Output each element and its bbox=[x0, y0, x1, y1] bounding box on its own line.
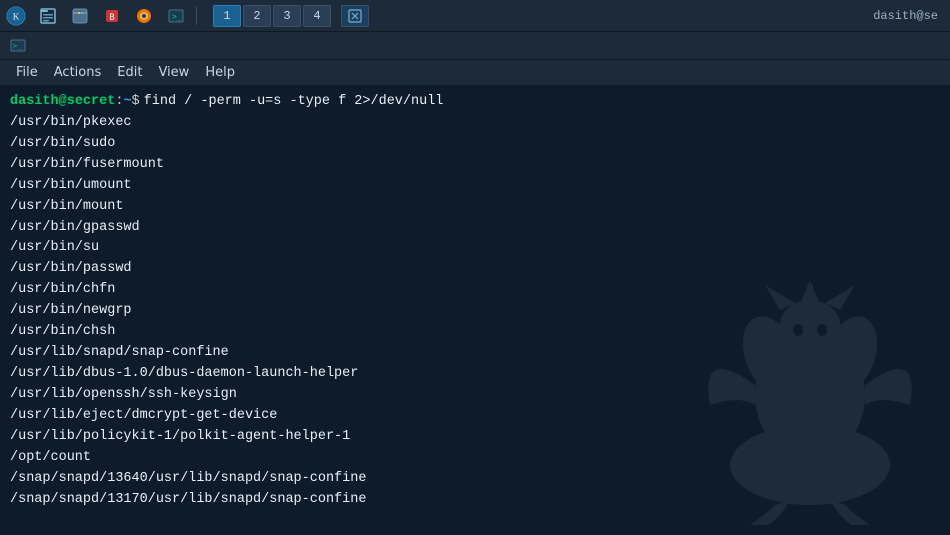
kali-logo[interactable]: K bbox=[4, 4, 28, 28]
prompt-host: secret bbox=[67, 92, 116, 113]
files-app-button[interactable] bbox=[34, 3, 62, 29]
output-line-7: /usr/bin/su bbox=[10, 238, 940, 259]
output-line-18: /snap/snapd/13640/usr/lib/snapd/snap-con… bbox=[10, 469, 940, 490]
prompt-path: ~ bbox=[123, 92, 131, 113]
prompt-user: dasith bbox=[10, 92, 59, 113]
output-line-12: /usr/lib/snapd/snap-confine bbox=[10, 343, 940, 364]
tab-special[interactable] bbox=[341, 5, 369, 27]
taskbar-divider-1 bbox=[196, 7, 197, 25]
output-line-11: /usr/bin/chsh bbox=[10, 322, 940, 343]
menu-edit[interactable]: Edit bbox=[109, 63, 150, 82]
menu-help[interactable]: Help bbox=[197, 63, 243, 82]
menu-actions[interactable]: Actions bbox=[46, 63, 110, 82]
output-line-6: /usr/bin/gpasswd bbox=[10, 218, 940, 239]
output-line-4: /usr/bin/umount bbox=[10, 176, 940, 197]
menu-file[interactable]: File bbox=[8, 63, 46, 82]
terminal-titlebar: >_ bbox=[0, 32, 950, 60]
output-line-1: /usr/bin/pkexec bbox=[10, 113, 940, 134]
taskbar-apps: B >_ bbox=[34, 3, 190, 29]
prompt-colon: : bbox=[115, 92, 123, 113]
output-line-3: /usr/bin/fusermount bbox=[10, 155, 940, 176]
output-line-2: /usr/bin/sudo bbox=[10, 134, 940, 155]
tab-4[interactable]: 4 bbox=[303, 5, 331, 27]
red-app-button[interactable]: B bbox=[98, 3, 126, 29]
terminal-content-area[interactable]: dasith@secret:~$ find / -perm -u=s -type… bbox=[0, 86, 950, 535]
output-line-16: /usr/lib/policykit-1/polkit-agent-helper… bbox=[10, 427, 940, 448]
terminal-menubar: File Actions Edit View Help bbox=[0, 60, 950, 86]
output-line-5: /usr/bin/mount bbox=[10, 197, 940, 218]
svg-text:>_: >_ bbox=[13, 42, 22, 50]
terminal-window: >_ File Actions Edit View Help dasith@se… bbox=[0, 32, 950, 535]
prompt-at: @ bbox=[59, 92, 67, 113]
tab-3[interactable]: 3 bbox=[273, 5, 301, 27]
svg-text:>_: >_ bbox=[172, 12, 182, 21]
taskbar-username: dasith@se bbox=[873, 9, 946, 23]
firefox-app-button[interactable] bbox=[130, 3, 158, 29]
menu-view[interactable]: View bbox=[150, 63, 197, 82]
prompt-line: dasith@secret:~$ find / -perm -u=s -type… bbox=[10, 92, 940, 113]
output-line-15: /usr/lib/eject/dmcrypt-get-device bbox=[10, 406, 940, 427]
output-line-8: /usr/bin/passwd bbox=[10, 259, 940, 280]
output-line-9: /usr/bin/chfn bbox=[10, 280, 940, 301]
tab-2[interactable]: 2 bbox=[243, 5, 271, 27]
output-line-19: /snap/snapd/13170/usr/lib/snapd/snap-con… bbox=[10, 490, 940, 511]
prompt-command: find / -perm -u=s -type f 2>/dev/null bbox=[144, 92, 444, 113]
terminal-tabs: 1 2 3 4 bbox=[213, 5, 369, 27]
browser-app-button[interactable] bbox=[66, 3, 94, 29]
prompt-dollar: $ bbox=[132, 92, 140, 113]
terminal-app-button[interactable]: >_ bbox=[162, 3, 190, 29]
svg-text:B: B bbox=[109, 13, 114, 23]
os-taskbar: K B bbox=[0, 0, 950, 32]
output-line-14: /usr/lib/openssh/ssh-keysign bbox=[10, 385, 940, 406]
output-line-13: /usr/lib/dbus-1.0/dbus-daemon-launch-hel… bbox=[10, 364, 940, 385]
terminal-icon: >_ bbox=[8, 36, 28, 56]
output-line-10: /usr/bin/newgrp bbox=[10, 301, 940, 322]
output-line-17: /opt/count bbox=[10, 448, 940, 469]
svg-text:K: K bbox=[13, 11, 20, 21]
tab-1[interactable]: 1 bbox=[213, 5, 241, 27]
